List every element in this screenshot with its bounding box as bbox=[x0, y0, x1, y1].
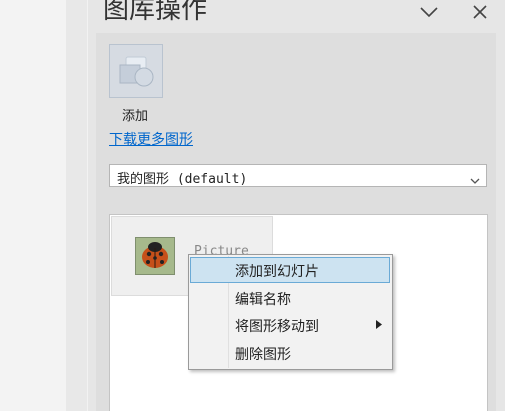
menu-item-move-shape-to[interactable]: 将图形移动到 bbox=[190, 312, 390, 338]
menu-item-delete-shape[interactable]: 删除图形 bbox=[190, 340, 390, 366]
chevron-down-icon bbox=[470, 170, 480, 189]
menu-item-label: 编辑名称 bbox=[235, 292, 291, 308]
pane-title: 图库操作 bbox=[103, 0, 208, 25]
workspace-area bbox=[0, 0, 66, 411]
pane-options-button[interactable] bbox=[415, 0, 443, 24]
menu-item-add-to-slide[interactable]: 添加到幻灯片 bbox=[190, 257, 390, 283]
menu-item-edit-name[interactable]: 编辑名称 bbox=[190, 285, 390, 311]
triangle-right-icon bbox=[376, 320, 382, 329]
menu-item-label: 删除图形 bbox=[235, 347, 291, 363]
add-label: 添加 bbox=[122, 109, 149, 124]
pane-splitter[interactable] bbox=[66, 0, 87, 411]
download-more-shapes-link[interactable]: 下载更多图形 bbox=[109, 129, 193, 149]
pane-close-button[interactable] bbox=[466, 0, 494, 24]
chevron-down-icon bbox=[420, 7, 438, 18]
category-select-value: 我的图形 (default) bbox=[117, 172, 248, 187]
shape-library-icon bbox=[119, 56, 154, 87]
menu-item-label: 将图形移动到 bbox=[235, 319, 319, 335]
close-icon bbox=[473, 5, 487, 19]
ladybug-picture bbox=[135, 237, 175, 275]
category-select[interactable]: 我的图形 (default) bbox=[109, 164, 487, 187]
add-shape-button[interactable] bbox=[109, 44, 163, 98]
menu-item-label: 添加到幻灯片 bbox=[235, 264, 319, 280]
